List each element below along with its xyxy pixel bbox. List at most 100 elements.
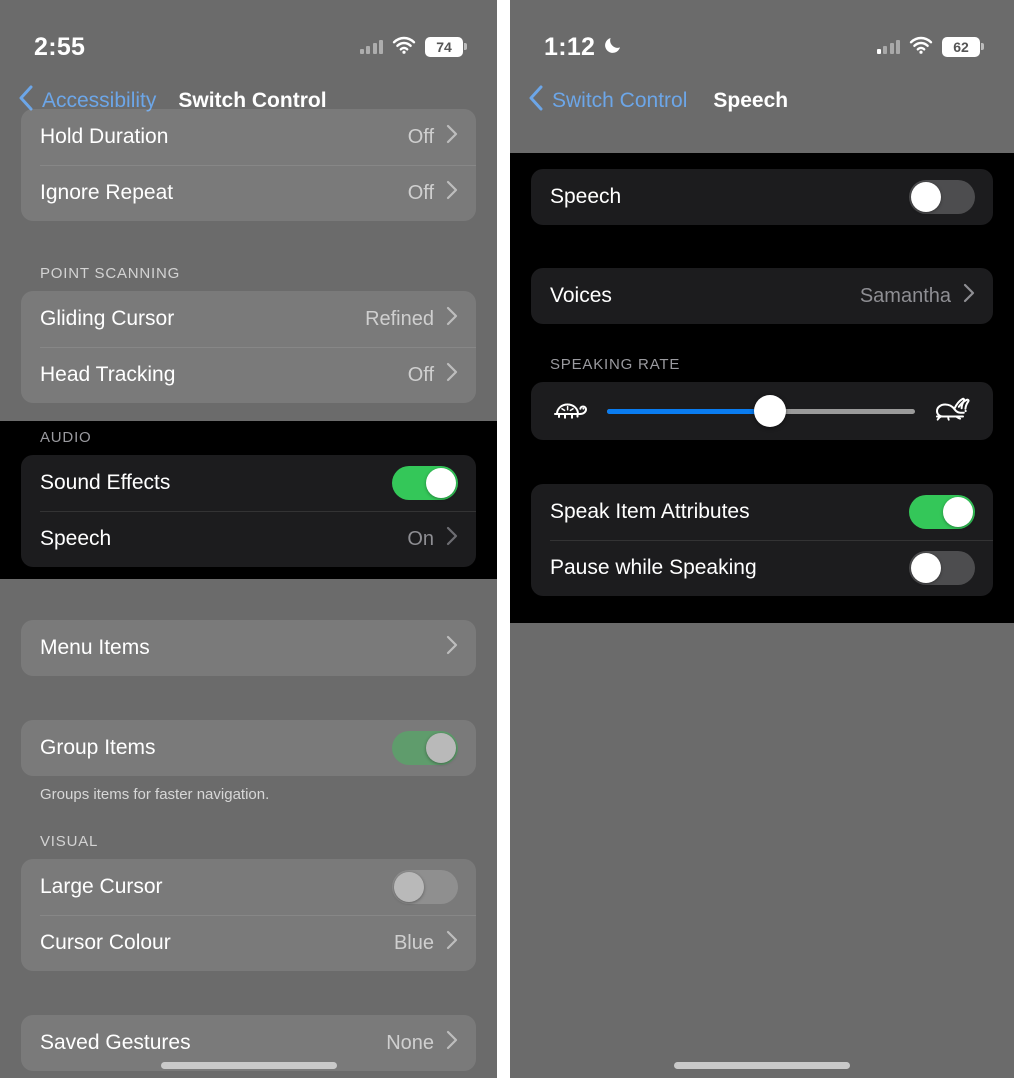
panel-divider xyxy=(497,0,510,1078)
row-label: Sound Effects xyxy=(40,471,171,494)
right-status-time: 1:12 xyxy=(544,32,596,61)
row-pause-while-speaking[interactable]: Pause while Speaking xyxy=(531,540,993,596)
section-header-point-scanning: POINT SCANNING xyxy=(40,265,181,282)
row-accessory: None xyxy=(386,1030,458,1056)
right-status-indicators: 62 xyxy=(876,36,984,59)
row-value: Off xyxy=(407,181,434,204)
row-group-items[interactable]: Group Items xyxy=(21,720,476,776)
row-cursor-colour[interactable]: Cursor Colour Blue xyxy=(21,915,476,971)
row-head-tracking[interactable]: Head Tracking Off xyxy=(21,347,476,403)
point-scanning-card: Gliding Cursor Refined Head Tracking Off xyxy=(21,291,476,403)
slider-thumb[interactable] xyxy=(754,395,787,427)
left-phone-screen: 2:55 74 Accessibility Switch Control Hol… xyxy=(0,0,497,1078)
row-speech-toggle[interactable]: Speech xyxy=(531,169,993,225)
visual-card: Large Cursor Cursor Colour Blue xyxy=(21,859,476,971)
speaking-rate-card xyxy=(531,382,993,440)
row-speak-item-attributes[interactable]: Speak Item Attributes xyxy=(531,484,993,540)
chevron-left-icon xyxy=(528,85,544,117)
left-phone-screenshot: 2:55 74 Accessibility Switch Control Hol… xyxy=(0,0,497,1078)
row-label: Group Items xyxy=(40,736,156,759)
left-status-indicators: 74 xyxy=(359,36,467,59)
screenshot-root: 2:55 74 Accessibility Switch Control Hol… xyxy=(0,0,1014,1078)
timing-card: Hold Duration Off Ignore Repeat Off xyxy=(21,109,476,221)
chevron-right-icon xyxy=(963,283,975,309)
row-label: Menu Items xyxy=(40,636,150,659)
row-value: Off xyxy=(407,125,434,148)
home-indicator[interactable] xyxy=(160,1062,337,1069)
row-accessory: Off xyxy=(408,180,458,206)
battery-icon: 74 xyxy=(425,37,467,57)
right-status-bar: 1:12 62 xyxy=(510,0,1014,72)
row-hold-duration[interactable]: Hold Duration Off xyxy=(21,109,476,165)
row-large-cursor[interactable]: Large Cursor xyxy=(21,859,476,915)
signal-bars-dim-icon xyxy=(359,40,383,54)
chevron-right-icon xyxy=(446,526,458,552)
tortoise-icon xyxy=(549,395,591,428)
slider-fill xyxy=(607,408,771,414)
battery-level-label: 62 xyxy=(953,39,969,55)
toggle-knob xyxy=(943,497,973,527)
right-nav-bar: Switch Control Speech xyxy=(510,72,1014,130)
hare-icon xyxy=(931,394,975,429)
home-indicator[interactable] xyxy=(674,1062,850,1069)
row-ignore-repeat[interactable]: Ignore Repeat Off xyxy=(21,165,476,221)
toggle-knob xyxy=(911,553,941,583)
row-label: Speech xyxy=(550,185,622,208)
toggle-knob xyxy=(394,872,424,902)
section-header-speaking-rate: SPEAKING RATE xyxy=(550,356,681,373)
chevron-right-icon xyxy=(446,930,458,956)
wifi-icon xyxy=(392,36,416,59)
signal-bars-partial-icon xyxy=(876,40,900,54)
right-phone-screen: 1:12 62 Switch Control Speech Speech Voi… xyxy=(510,0,1014,1078)
back-button-switch-control[interactable]: Switch Control xyxy=(528,85,687,117)
slider-track xyxy=(607,395,915,427)
row-menu-items[interactable]: Menu Items xyxy=(21,620,476,676)
left-status-bar: 2:55 74 xyxy=(0,0,497,72)
row-voices[interactable]: Voices Samantha xyxy=(531,268,993,324)
row-speech[interactable]: Speech On xyxy=(21,511,476,567)
speech-section-highlight: Speech Voices Samantha SPEAKING RATE Spe… xyxy=(510,153,1014,623)
voices-card: Voices Samantha xyxy=(531,268,993,324)
row-label: Large Cursor xyxy=(40,875,163,898)
row-accessory: Off xyxy=(408,124,458,150)
row-accessory: On xyxy=(407,526,458,552)
row-sound-effects[interactable]: Sound Effects xyxy=(21,455,476,511)
audio-card: Sound Effects Speech On xyxy=(21,455,476,567)
chevron-right-icon xyxy=(446,1030,458,1056)
row-value: Blue xyxy=(393,931,434,954)
wifi-icon xyxy=(909,36,933,59)
chevron-right-icon xyxy=(446,180,458,206)
toggle-large-cursor[interactable] xyxy=(392,870,458,904)
chevron-right-icon xyxy=(446,306,458,332)
toggle-speak-item-attributes[interactable] xyxy=(909,495,975,529)
toggle-group-items[interactable] xyxy=(392,731,458,765)
toggle-sound-effects[interactable] xyxy=(392,466,458,500)
row-accessory: Refined xyxy=(365,306,458,332)
row-label: Voices xyxy=(550,284,612,307)
chevron-right-icon xyxy=(446,124,458,150)
right-status-time-wrap: 1:12 xyxy=(544,33,623,62)
toggle-knob xyxy=(426,733,456,763)
row-value: Refined xyxy=(365,307,434,330)
speaking-rate-slider[interactable] xyxy=(607,394,915,428)
row-label: Saved Gestures xyxy=(40,1031,191,1054)
left-settings-list: Hold Duration Off Ignore Repeat Off POIN… xyxy=(0,109,497,1071)
row-label: Speech xyxy=(40,527,112,550)
row-label: Cursor Colour xyxy=(40,931,171,954)
battery-level-label: 74 xyxy=(436,39,452,55)
row-accessory: Samantha xyxy=(860,283,975,309)
toggle-knob xyxy=(911,182,941,212)
toggle-speech[interactable] xyxy=(909,180,975,214)
chevron-right-icon xyxy=(446,635,458,661)
chevron-right-icon xyxy=(446,362,458,388)
row-label: Speak Item Attributes xyxy=(550,500,750,523)
toggle-pause-while-speaking[interactable] xyxy=(909,551,975,585)
row-label: Head Tracking xyxy=(40,363,176,386)
menu-items-card: Menu Items xyxy=(21,620,476,676)
audio-section-highlight: AUDIO Sound Effects Speech On xyxy=(0,421,497,579)
back-button-label: Switch Control xyxy=(552,89,688,112)
row-gliding-cursor[interactable]: Gliding Cursor Refined xyxy=(21,291,476,347)
section-header-visual: VISUAL xyxy=(40,833,99,850)
speech-options-card: Speak Item Attributes Pause while Speaki… xyxy=(531,484,993,596)
row-accessory: Blue xyxy=(394,930,458,956)
